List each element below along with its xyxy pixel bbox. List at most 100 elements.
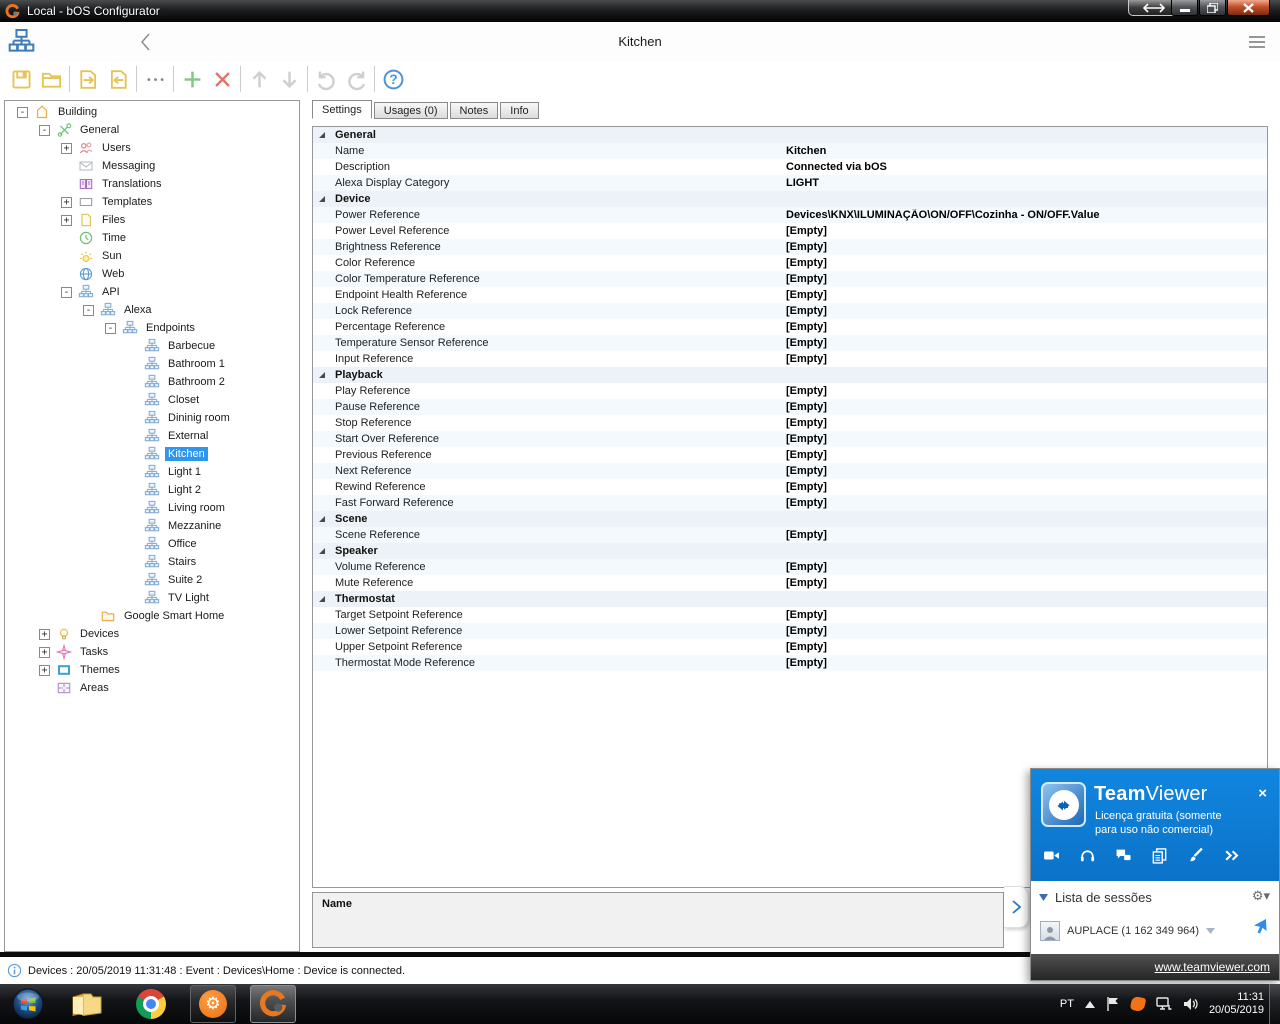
settings-row-scene-reference[interactable]: Scene Reference [Empty] (313, 527, 1267, 543)
settings-section-speaker[interactable]: Speaker (313, 543, 1267, 559)
start-button[interactable] (4, 985, 52, 1023)
close-button[interactable] (1227, 0, 1270, 16)
chat-icon[interactable] (1115, 847, 1132, 864)
tree-expander-minus[interactable]: - (61, 286, 72, 298)
undo-button[interactable] (311, 65, 341, 93)
taskbar-explorer-button[interactable] (64, 985, 110, 1023)
volume-tray-icon[interactable] (1183, 997, 1198, 1011)
save-button[interactable] (6, 65, 36, 93)
settings-row-next-reference[interactable]: Next Reference [Empty] (313, 463, 1267, 479)
settings-row-brightness-reference[interactable]: Brightness Reference [Empty] (313, 239, 1267, 255)
tree-item-general[interactable]: - General (5, 121, 299, 139)
tree-item-barbecue[interactable]: Barbecue (5, 337, 299, 355)
tree-expander-plus[interactable]: + (39, 628, 50, 640)
menu-button[interactable] (1248, 34, 1266, 50)
delete-button[interactable] (207, 65, 237, 93)
setting-value[interactable]: [Empty] (786, 609, 1267, 621)
sessions-list-header[interactable]: Lista de sessões (1039, 890, 1152, 905)
setting-value[interactable]: [Empty] (786, 481, 1267, 493)
move-down-button[interactable] (274, 65, 304, 93)
settings-row-name[interactable]: Name Kitchen (313, 143, 1267, 159)
teamviewer-link[interactable]: www.teamviewer.com (1155, 960, 1270, 974)
redo-button[interactable] (341, 65, 371, 93)
settings-row-fast-forward-reference[interactable]: Fast Forward Reference [Empty] (313, 495, 1267, 511)
avast-tray-icon[interactable] (1129, 995, 1147, 1013)
dropdown-arrow-icon[interactable] (1206, 928, 1216, 934)
network-tray-icon[interactable] (1156, 997, 1172, 1011)
settings-row-pause-reference[interactable]: Pause Reference [Empty] (313, 399, 1267, 415)
tree-item-time[interactable]: Time (5, 229, 299, 247)
session-row[interactable]: AUPLACE (1 162 349 964) (1040, 921, 1216, 941)
taskbar-bos-configurator-button[interactable] (250, 985, 296, 1023)
tree-item-suite-2[interactable]: Suite 2 (5, 571, 299, 589)
setting-value[interactable]: LIGHT (786, 177, 1267, 189)
video-camera-icon[interactable] (1043, 847, 1060, 864)
setting-value[interactable]: [Empty] (786, 401, 1267, 413)
collapse-triangle-icon[interactable] (313, 372, 331, 378)
title-bar[interactable]: Local - bOS Configurator (0, 0, 1280, 22)
tree-item-mezzanine[interactable]: Mezzanine (5, 517, 299, 535)
tree-item-alexa[interactable]: - Alexa (5, 301, 299, 319)
brush-icon[interactable] (1187, 847, 1204, 864)
collapse-triangle-icon[interactable] (313, 196, 331, 202)
setting-value[interactable]: [Empty] (786, 257, 1267, 269)
collapse-triangle-icon[interactable] (313, 132, 331, 138)
settings-row-volume-reference[interactable]: Volume Reference [Empty] (313, 559, 1267, 575)
add-button[interactable] (177, 65, 207, 93)
tab-notes[interactable]: Notes (449, 102, 499, 119)
settings-row-power-level-reference[interactable]: Power Level Reference [Empty] (313, 223, 1267, 239)
tree-item-light-2[interactable]: Light 2 (5, 481, 299, 499)
settings-section-thermostat[interactable]: Thermostat (313, 591, 1267, 607)
tree-item-kitchen[interactable]: Kitchen (5, 445, 299, 463)
setting-value[interactable]: Kitchen (786, 145, 1267, 157)
settings-section-device[interactable]: Device (313, 191, 1267, 207)
setting-value[interactable]: [Empty] (786, 657, 1267, 669)
expand-panel-button[interactable] (1004, 886, 1029, 928)
tree-expander-minus[interactable]: - (105, 322, 116, 334)
settings-row-stop-reference[interactable]: Stop Reference [Empty] (313, 415, 1267, 431)
settings-row-color-reference[interactable]: Color Reference [Empty] (313, 255, 1267, 271)
more-button[interactable] (140, 65, 170, 93)
setting-value[interactable]: [Empty] (786, 561, 1267, 573)
move-up-button[interactable] (244, 65, 274, 93)
tree-item-dininig-room[interactable]: Dininig room (5, 409, 299, 427)
setting-value[interactable]: [Empty] (786, 529, 1267, 541)
tree-expander-minus[interactable]: - (39, 124, 50, 136)
settings-row-input-reference[interactable]: Input Reference [Empty] (313, 351, 1267, 367)
settings-row-start-over-reference[interactable]: Start Over Reference [Empty] (313, 431, 1267, 447)
setting-value[interactable]: Connected via bOS (786, 161, 1267, 173)
taskbar-chrome-button[interactable] (128, 985, 174, 1023)
settings-section-scene[interactable]: Scene (313, 511, 1267, 527)
settings-row-description[interactable]: Description Connected via bOS (313, 159, 1267, 175)
sessions-settings-button[interactable]: ⚙▾ (1252, 888, 1270, 904)
settings-row-thermostat-mode-reference[interactable]: Thermostat Mode Reference [Empty] (313, 655, 1267, 671)
setting-value[interactable]: [Empty] (786, 337, 1267, 349)
show-hidden-icons-button[interactable] (1084, 1000, 1095, 1008)
settings-row-mute-reference[interactable]: Mute Reference [Empty] (313, 575, 1267, 591)
tree-item-living-room[interactable]: Living room (5, 499, 299, 517)
tab-settings[interactable]: Settings (312, 100, 372, 119)
tree-item-translations[interactable]: Translations (5, 175, 299, 193)
tree-expander-minus[interactable]: - (17, 106, 28, 118)
setting-value[interactable]: [Empty] (786, 353, 1267, 365)
tree-expander-plus[interactable]: + (61, 142, 72, 154)
tree-item-stairs[interactable]: Stairs (5, 553, 299, 571)
tree-item-office[interactable]: Office (5, 535, 299, 553)
tree-item-tv-light[interactable]: TV Light (5, 589, 299, 607)
tree-item-external[interactable]: External (5, 427, 299, 445)
settings-row-lower-setpoint-reference[interactable]: Lower Setpoint Reference [Empty] (313, 623, 1267, 639)
language-indicator[interactable]: PT (1060, 998, 1074, 1010)
import-button[interactable] (103, 65, 133, 93)
taskbar-bos-server-button[interactable]: ⚙ (190, 985, 236, 1023)
tree-item-messaging[interactable]: Messaging (5, 157, 299, 175)
tree-item-endpoints[interactable]: - Endpoints (5, 319, 299, 337)
tab-usages-0[interactable]: Usages (0) (373, 102, 448, 119)
settings-row-rewind-reference[interactable]: Rewind Reference [Empty] (313, 479, 1267, 495)
setting-value[interactable]: Devices\KNX\ILUMINAÇÃO\ON/OFF\Cozinha - … (786, 209, 1267, 221)
settings-row-upper-setpoint-reference[interactable]: Upper Setpoint Reference [Empty] (313, 639, 1267, 655)
tree-item-themes[interactable]: + Themes (5, 661, 299, 679)
settings-row-alexa-display-category[interactable]: Alexa Display Category LIGHT (313, 175, 1267, 191)
setting-value[interactable]: [Empty] (786, 241, 1267, 253)
tree-expander-plus[interactable]: + (61, 196, 72, 208)
teamviewer-close-button[interactable]: × (1258, 785, 1267, 802)
